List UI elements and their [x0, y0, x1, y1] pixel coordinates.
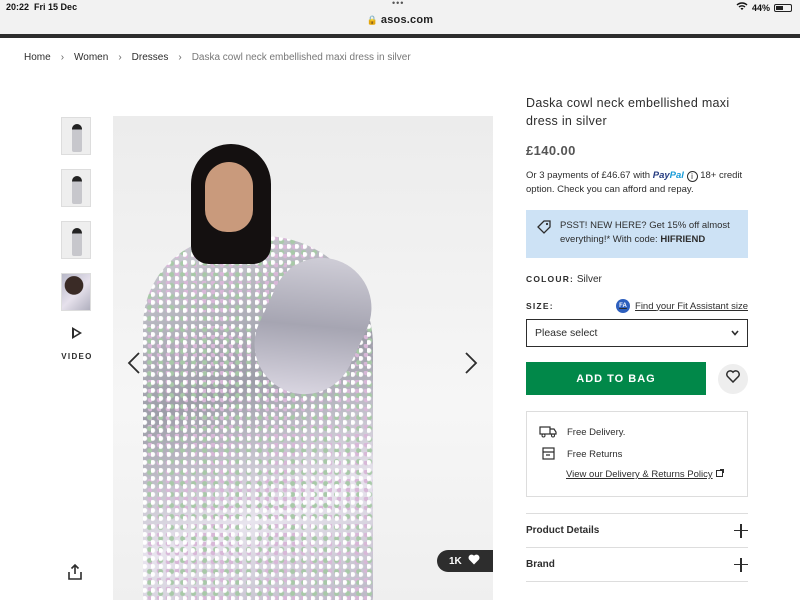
free-delivery-text: Free Delivery.: [567, 426, 626, 438]
fit-assistant-text: Find your Fit Assistant size: [635, 300, 748, 312]
battery-percent: 44%: [751, 2, 770, 13]
share-icon[interactable]: [66, 563, 84, 581]
policy-text: View our Delivery & Returns Policy: [566, 469, 713, 480]
thumbnail-2[interactable]: [61, 169, 91, 207]
play-icon: [72, 327, 82, 339]
promo-banner: PSST! NEW HERE? Get 15% off almost every…: [526, 210, 748, 258]
info-icon[interactable]: i: [686, 171, 698, 182]
brand-accordion[interactable]: Brand: [526, 548, 748, 582]
save-for-later-button[interactable]: [718, 363, 748, 394]
size-label: SIZE:: [526, 301, 554, 311]
payment-text: Or 3 payments of £46.67 with: [526, 170, 651, 181]
payment-info: Or 3 payments of £46.67 with PayPal i 18…: [526, 169, 748, 197]
status-time: 20:22 Fri 15 Dec: [6, 2, 78, 12]
add-row: ADD TO BAG: [526, 362, 748, 395]
thumbnail-3[interactable]: [61, 221, 91, 259]
add-to-bag-button[interactable]: ADD TO BAG: [526, 362, 706, 395]
tag-icon: [537, 220, 551, 234]
previous-image-arrow-icon[interactable]: [127, 352, 141, 374]
colour-row: COLOUR: Silver: [526, 274, 748, 285]
free-returns-text: Free Returns: [567, 448, 623, 460]
next-image-arrow-icon[interactable]: [464, 352, 478, 374]
thumbnail-1[interactable]: [61, 117, 91, 155]
colour-value: Silver: [576, 274, 602, 285]
product-title: Daska cowl neck embellished maxi dress i…: [526, 96, 730, 128]
plus-icon: [734, 557, 748, 572]
heart-icon: [468, 554, 480, 568]
breadcrumb-current: Daska cowl neck embellished maxi dress i…: [191, 52, 411, 63]
plus-icon: [734, 523, 748, 538]
paypal-logo: PayPal: [652, 170, 684, 181]
promo-code: HIFRIEND: [660, 234, 706, 245]
chevron-right-icon: ›: [118, 52, 122, 63]
url-text: asos.com: [380, 14, 434, 26]
video-button[interactable]: VIDEO: [60, 326, 94, 361]
status-bar: 20:22 Fri 15 Dec ••• 44%: [0, 0, 800, 14]
colour-label: COLOUR:: [526, 274, 575, 284]
multitask-dots[interactable]: •••: [392, 0, 404, 8]
chevron-down-icon: [731, 327, 739, 339]
status-right: 44%: [736, 2, 792, 13]
address-bar[interactable]: 🔒 asos.com: [0, 14, 800, 34]
wifi-icon: [736, 2, 748, 13]
size-select-value: Please select: [535, 327, 598, 339]
returns-icon: [539, 446, 557, 463]
breadcrumb: Home › Women › Dresses › Daska cowl neck…: [24, 52, 411, 63]
returns-policy-link[interactable]: View our Delivery & Returns Policy: [566, 469, 735, 480]
lock-icon: 🔒: [366, 15, 378, 25]
heart-outline-icon: [726, 369, 740, 388]
battery-icon: [774, 3, 792, 12]
accordion: Product Details Brand: [526, 513, 748, 582]
thumbnail-list: [61, 117, 91, 325]
header-divider: [0, 34, 800, 38]
accordion-label: Brand: [526, 559, 555, 570]
likes-badge[interactable]: 1K: [437, 550, 493, 572]
returns-row: Free Returns: [539, 443, 735, 465]
external-link-icon: [715, 469, 724, 480]
truck-icon: [539, 424, 557, 441]
face-shape: [205, 162, 253, 232]
likes-count: 1K: [449, 555, 462, 567]
size-row: SIZE: FA Find your Fit Assistant size: [526, 299, 748, 313]
breadcrumb-home[interactable]: Home: [24, 52, 51, 63]
delivery-box: Free Delivery. Free Returns View our Del…: [526, 411, 748, 497]
breadcrumb-dresses[interactable]: Dresses: [132, 52, 169, 63]
product-info: Daska cowl neck embellished maxi dress i…: [526, 94, 748, 582]
product-price: £140.00: [526, 143, 576, 158]
chevron-right-icon: ›: [178, 52, 182, 63]
size-select[interactable]: Please select: [526, 319, 748, 347]
breadcrumb-women[interactable]: Women: [74, 52, 108, 63]
accordion-label: Product Details: [526, 525, 600, 536]
delivery-row: Free Delivery.: [539, 421, 735, 443]
video-label: VIDEO: [61, 352, 93, 361]
product-image[interactable]: [113, 116, 493, 600]
product-details-accordion[interactable]: Product Details: [526, 514, 748, 548]
thumbnail-4[interactable]: [61, 273, 91, 311]
fit-assistant-icon: FA: [616, 299, 631, 313]
chevron-right-icon: ›: [60, 52, 65, 63]
fit-assistant-link[interactable]: FA Find your Fit Assistant size: [616, 299, 748, 313]
